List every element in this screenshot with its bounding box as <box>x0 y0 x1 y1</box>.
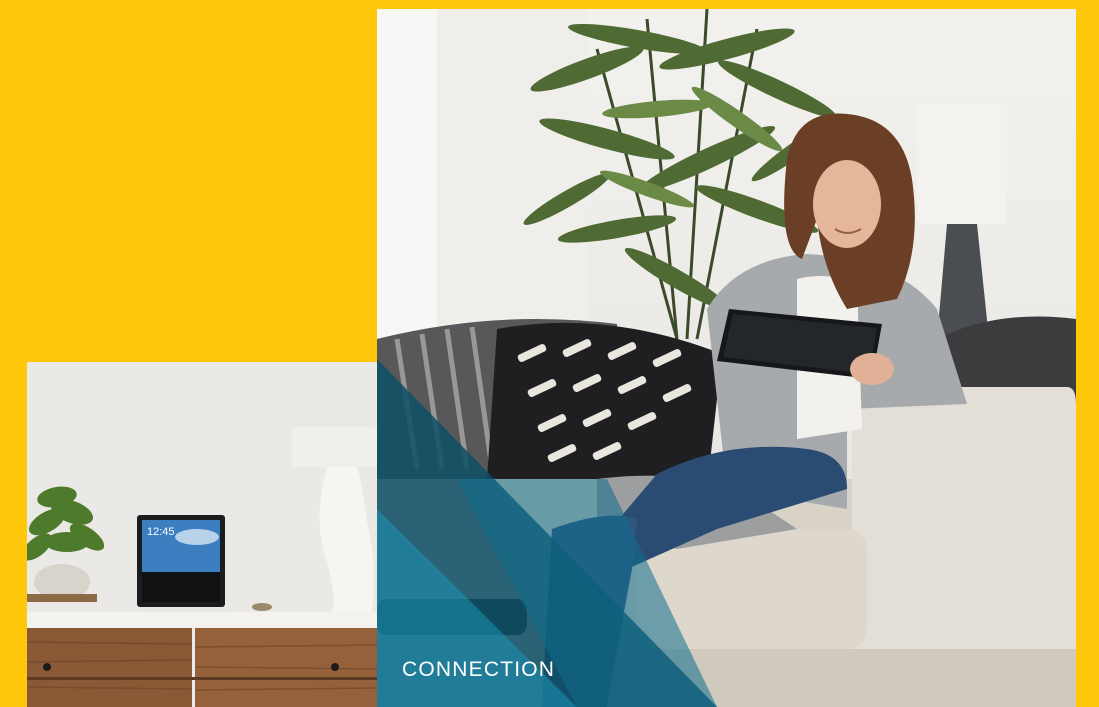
drawer-knob-left <box>43 663 51 671</box>
page-canvas: 12:45 CONNECTION <box>0 0 1099 707</box>
living-room-illustration <box>377 9 1076 707</box>
smart-display-photo: 12:45 <box>27 362 377 707</box>
drawer-knob-right <box>331 663 339 671</box>
keys <box>252 603 272 611</box>
lamp-base <box>937 224 989 339</box>
drawer-left <box>27 628 192 707</box>
table-lamp-shade <box>292 427 377 467</box>
screen-cloud <box>175 529 219 545</box>
caption-label: CONNECTION <box>402 658 556 681</box>
living-room-photo <box>377 9 1076 707</box>
drawer-divider <box>27 677 377 680</box>
woman-hand <box>850 353 894 385</box>
plant-tray <box>27 594 97 602</box>
coffee-table <box>377 599 527 635</box>
smart-display-illustration: 12:45 <box>27 362 377 707</box>
floor-lamp-shade <box>917 104 1007 224</box>
device-speaker <box>142 572 220 602</box>
dresser-top <box>27 612 377 628</box>
woman-face <box>813 160 881 248</box>
device-clock: 12:45 <box>147 526 175 538</box>
